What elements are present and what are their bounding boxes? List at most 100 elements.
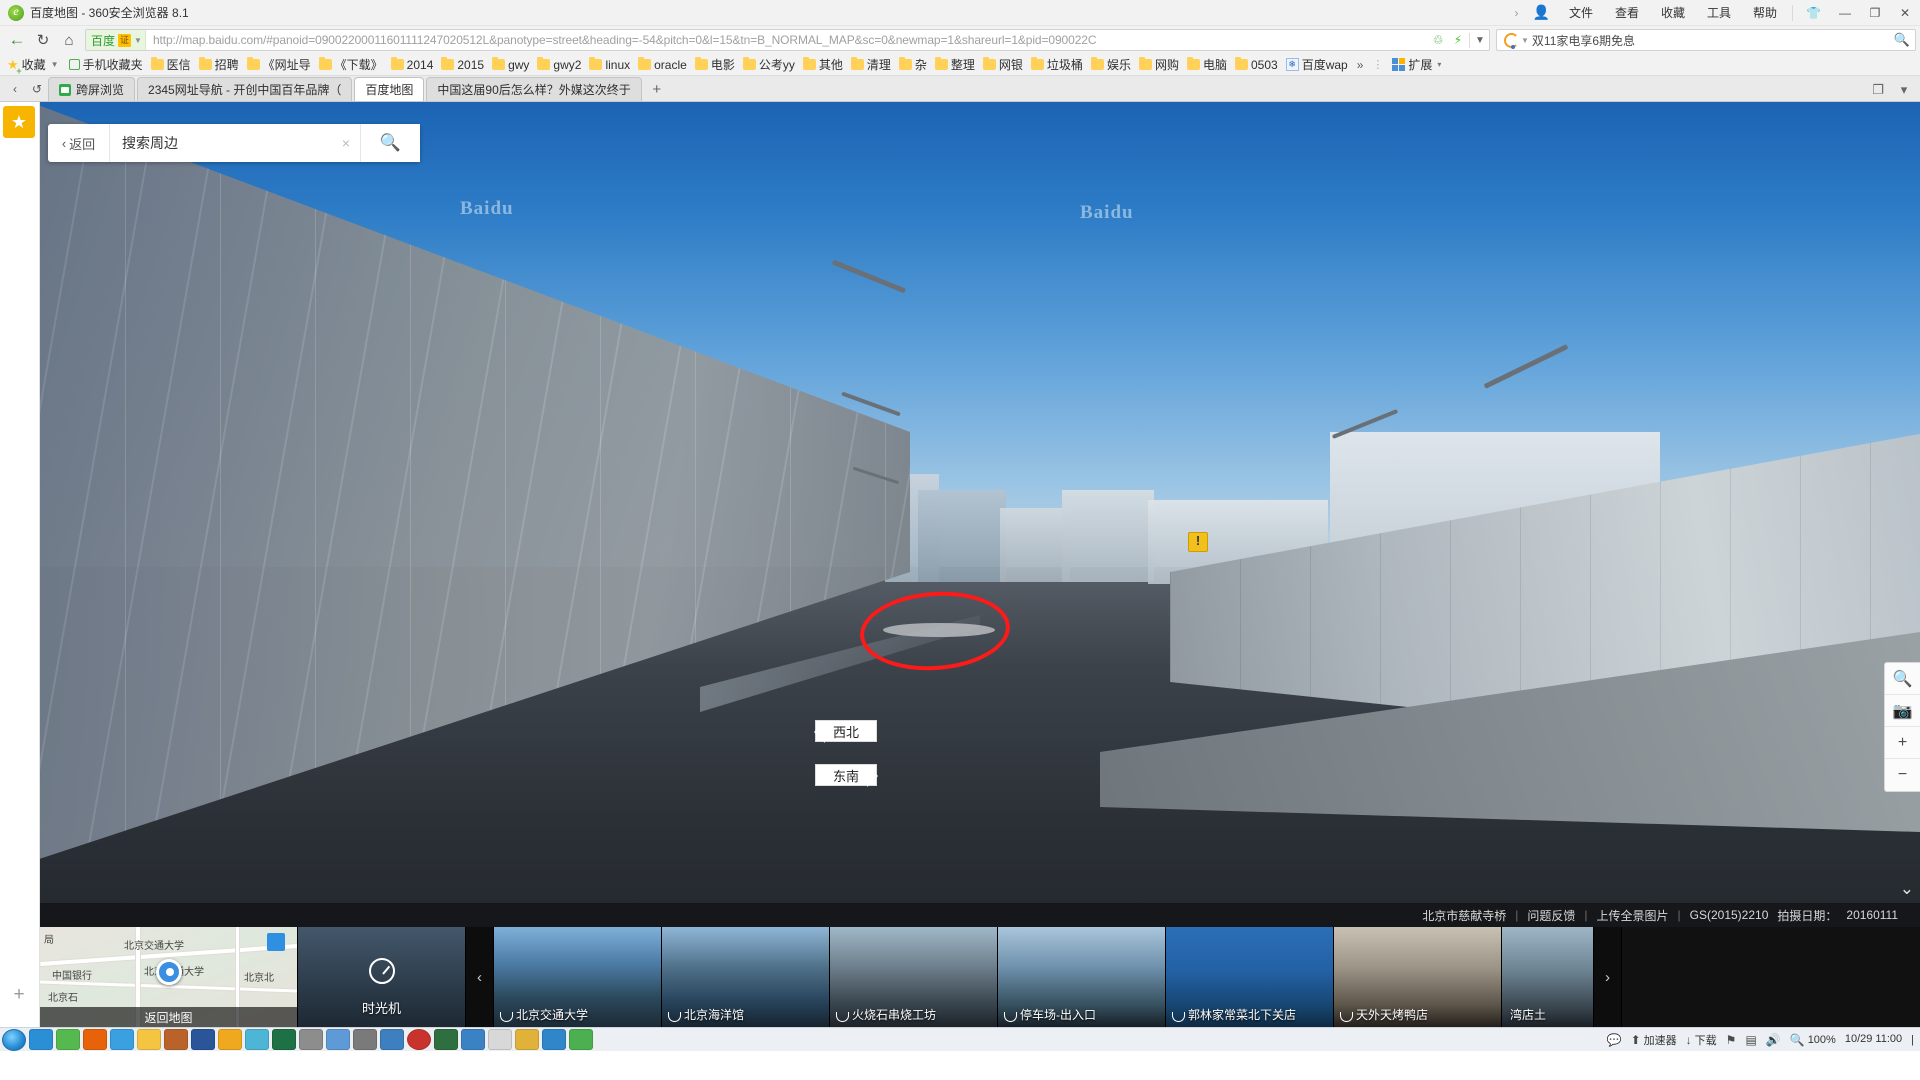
bookmark-item[interactable]: 其他: [799, 55, 847, 74]
bookmark-item[interactable]: gwy: [488, 55, 533, 74]
map-search-box[interactable]: ‹ 返回 搜索周边 × 🔍: [48, 124, 420, 162]
excel-icon[interactable]: [272, 1029, 296, 1050]
bookmark-mobile[interactable]: 手机收藏夹: [65, 55, 147, 74]
bookmark-item[interactable]: 网银: [979, 55, 1027, 74]
bookmark-item[interactable]: oracle: [634, 55, 691, 74]
tray-chat-icon[interactable]: 💬: [1607, 1033, 1622, 1047]
bookmark-item[interactable]: linux: [585, 55, 634, 74]
compass-southeast[interactable]: 东南: [815, 764, 878, 787]
notepad-icon[interactable]: [488, 1029, 512, 1050]
green-app-icon[interactable]: [569, 1029, 593, 1050]
bookmark-item[interactable]: 电脑: [1183, 55, 1231, 74]
word-icon[interactable]: [191, 1029, 215, 1050]
thumbnail-item[interactable]: 火烧石串烧工坊: [830, 927, 998, 1027]
zoom-out-button[interactable]: −: [1885, 759, 1920, 791]
chevron-down-icon[interactable]: ▼: [1471, 35, 1489, 46]
new-tab-button[interactable]: +: [644, 77, 670, 101]
chevron-down-icon[interactable]: ▾: [1435, 60, 1443, 69]
tab-news[interactable]: 中国这届90后怎么样？外媒这次终于: [426, 77, 642, 101]
titlebar-chevron-icon[interactable]: ›: [1509, 6, 1525, 20]
globe-icon[interactable]: [542, 1029, 566, 1050]
status-upload-link[interactable]: 上传全景图片: [1597, 907, 1669, 924]
tab-baidu-map[interactable]: 百度地图: [354, 77, 425, 101]
lightning-icon[interactable]: ⚡: [1448, 33, 1468, 47]
zoom-in-button[interactable]: +: [1885, 727, 1920, 759]
thumbnail-item[interactable]: 停车场-出入口: [998, 927, 1166, 1027]
chevron-down-icon[interactable]: ▼: [1521, 36, 1529, 45]
url-text[interactable]: http://map.baidu.com/#panoid=09002200011…: [146, 33, 1428, 47]
back-arrow-icon[interactable]: ←: [4, 28, 30, 52]
maximize-button[interactable]: ❐: [1860, 0, 1890, 26]
thumbnail-item[interactable]: 郭林家常菜北下关店: [1166, 927, 1334, 1027]
chevron-down-icon[interactable]: ▼: [49, 60, 61, 69]
star-badge-icon[interactable]: ★: [3, 106, 35, 138]
bookmark-item[interactable]: 电影: [691, 55, 739, 74]
bookmark-item[interactable]: 《网址导: [243, 55, 315, 74]
camera-tool-button[interactable]: 📷: [1885, 695, 1920, 727]
chevron-down-icon[interactable]: ▼: [134, 36, 142, 45]
tab-list-icon[interactable]: ▾: [1892, 82, 1916, 98]
extensions-button[interactable]: 扩展 ▾: [1388, 55, 1447, 74]
search-icon[interactable]: 🔍: [1889, 32, 1915, 48]
tab-2345[interactable]: 2345网址导航 - 开创中国百年品牌（: [137, 77, 353, 101]
chrome-icon[interactable]: [56, 1029, 80, 1050]
calc-icon[interactable]: [353, 1029, 377, 1050]
collapse-down-icon[interactable]: ⌄: [1900, 879, 1914, 899]
chat-icon[interactable]: [380, 1029, 404, 1050]
zoom-level[interactable]: 🔍 100%: [1790, 1033, 1836, 1047]
bookmark-item-baiduwap[interactable]: ❄ 百度wap: [1282, 55, 1352, 74]
bookmark-item[interactable]: 垃圾桶: [1027, 55, 1087, 74]
bookmark-item[interactable]: 清理: [847, 55, 895, 74]
record-icon[interactable]: [407, 1029, 431, 1050]
clear-icon[interactable]: ×: [332, 135, 360, 151]
search-box[interactable]: ▼ 双11家电享6期免息 🔍: [1496, 29, 1916, 51]
minimize-button[interactable]: —: [1830, 0, 1860, 26]
street-view-panorama[interactable]: Baidu Baidu 西北 东南: [40, 102, 1920, 1027]
bookmark-item[interactable]: 公考yy: [739, 55, 799, 74]
start-orb-icon[interactable]: [2, 1028, 26, 1051]
tray-download[interactable]: ↓ 下载: [1686, 1032, 1717, 1048]
bookmark-item[interactable]: 娱乐: [1087, 55, 1135, 74]
thumbnail-item[interactable]: 天外天烤鸭店: [1334, 927, 1502, 1027]
menu-tools[interactable]: 工具: [1696, 0, 1742, 26]
tray-accelerator[interactable]: ⬆ 加速器: [1631, 1032, 1677, 1048]
bookmark-item[interactable]: 2014: [387, 55, 438, 74]
shield-icon[interactable]: [326, 1029, 350, 1050]
bookmark-item[interactable]: 0503: [1231, 55, 1282, 74]
menu-help[interactable]: 帮助: [1742, 0, 1788, 26]
menu-view[interactable]: 查看: [1604, 0, 1650, 26]
translate-icon[interactable]: ♲: [1428, 33, 1448, 47]
mail-icon[interactable]: [245, 1029, 269, 1050]
explorer-icon[interactable]: [137, 1029, 161, 1050]
search-tool-button[interactable]: 🔍: [1885, 663, 1920, 695]
tray-volume-icon[interactable]: 🔊: [1766, 1033, 1781, 1047]
tab-scroll-left-icon[interactable]: ‹: [4, 77, 26, 101]
map-back-button[interactable]: ‹ 返回: [48, 124, 110, 162]
minimap-card[interactable]: 局 北京交通大学 中国银行 北京交通大学 北京北 北京石 返回地图: [40, 927, 298, 1027]
bookmark-favorites[interactable]: ★ 收藏 ▼: [3, 55, 65, 76]
tool-icon[interactable]: [515, 1029, 539, 1050]
tab-crossscreen[interactable]: 跨屏浏览: [48, 77, 136, 101]
bookmark-item[interactable]: gwy2: [533, 55, 585, 74]
window-restore-icon[interactable]: ❐: [1866, 82, 1890, 98]
thumbnail-item[interactable]: 湾店土: [1502, 927, 1594, 1027]
status-feedback-link[interactable]: 问题反馈: [1527, 907, 1575, 924]
return-to-map-button[interactable]: 返回地图: [40, 1007, 297, 1027]
player-icon[interactable]: [461, 1029, 485, 1050]
volume-icon[interactable]: [299, 1029, 323, 1050]
security-badge[interactable]: 百度 证 ▼: [86, 30, 146, 50]
qq-icon[interactable]: [110, 1029, 134, 1050]
restore-tab-icon[interactable]: ↺: [26, 77, 48, 101]
search-input[interactable]: 双11家电享6期免息: [1532, 32, 1889, 49]
menu-favorites[interactable]: 收藏: [1650, 0, 1696, 26]
media-icon[interactable]: [164, 1029, 188, 1050]
ie-icon[interactable]: [29, 1029, 53, 1050]
user-account-icon[interactable]: 👤: [1525, 4, 1558, 21]
thumbnails-next-button[interactable]: ›: [1594, 927, 1622, 1027]
shirt-skin-icon[interactable]: 👕: [1797, 6, 1830, 20]
clock[interactable]: 10/29 11:00: [1845, 1034, 1902, 1045]
bookmark-item[interactable]: 医信: [147, 55, 195, 74]
address-bar[interactable]: 百度 证 ▼ http://map.baidu.com/#panoid=0900…: [85, 29, 1490, 51]
firefox-icon[interactable]: [83, 1029, 107, 1050]
thumbnails-prev-button[interactable]: ‹: [466, 927, 494, 1027]
